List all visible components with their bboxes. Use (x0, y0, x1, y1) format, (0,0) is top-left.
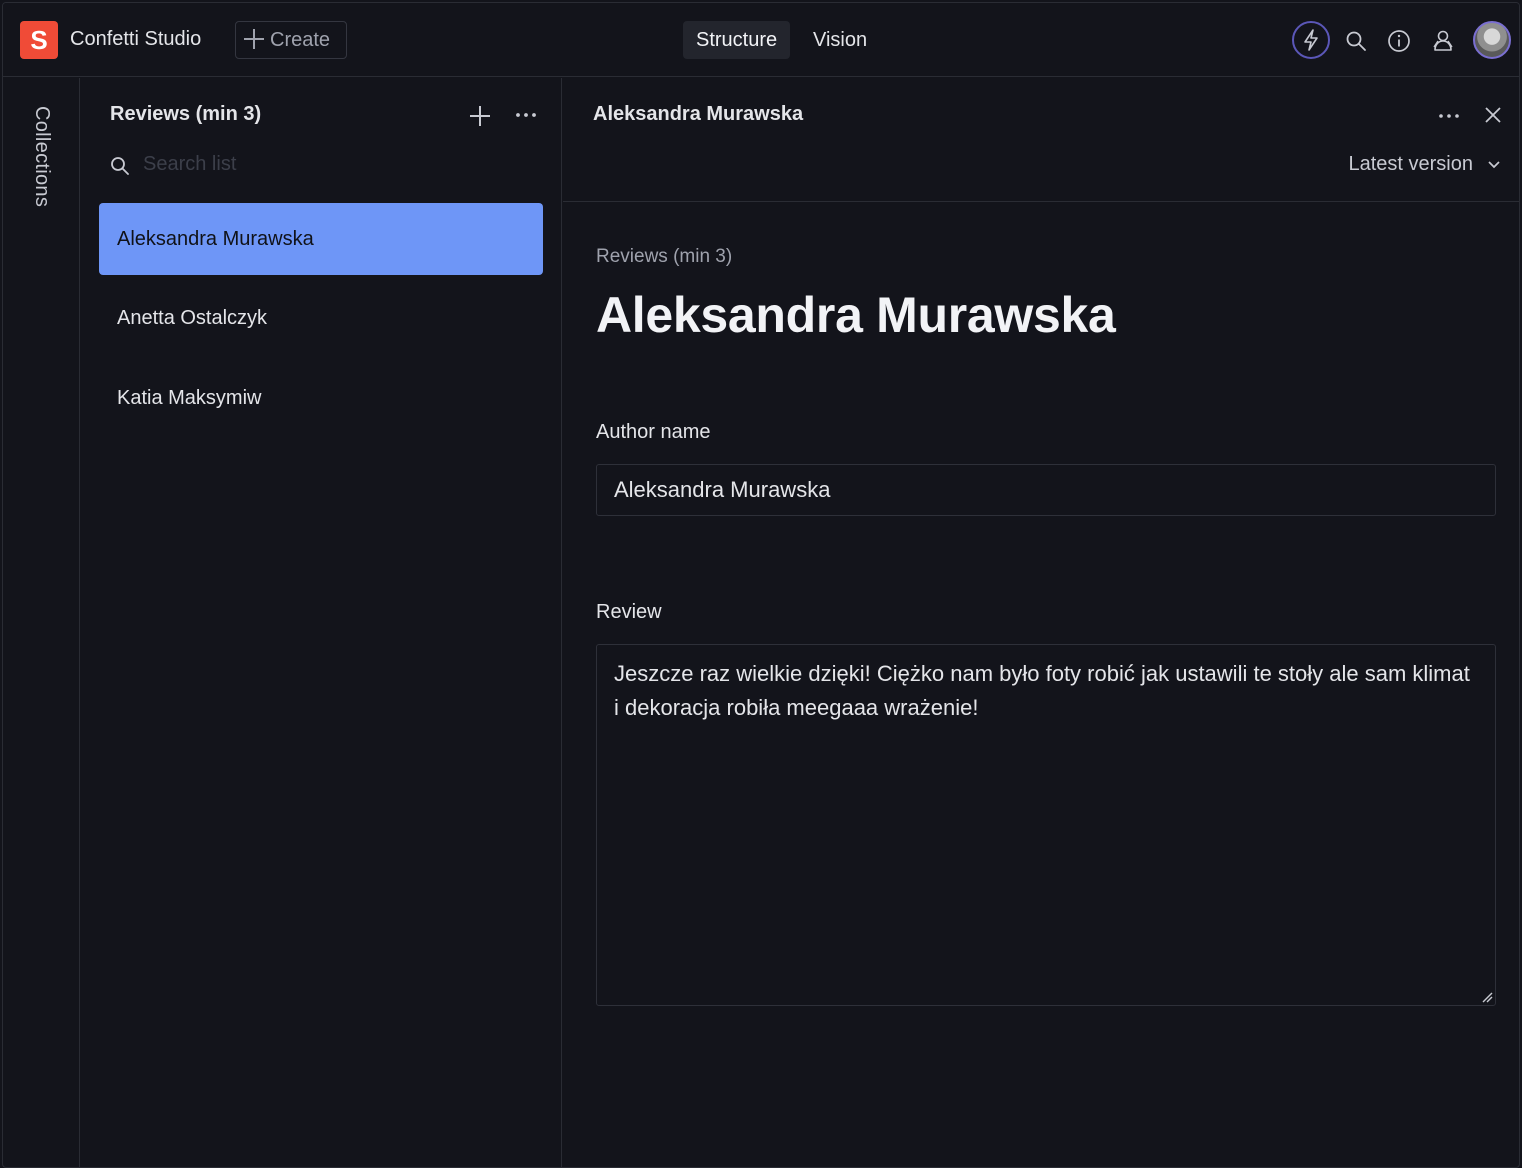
create-label: Create (270, 29, 331, 51)
people-icon[interactable] (1429, 27, 1457, 55)
document-type-label: Reviews (min 3) (596, 246, 733, 267)
document-title: Aleksandra Murawska (596, 287, 1116, 343)
studio-name[interactable]: Confetti Studio (70, 28, 201, 51)
collections-rail: Collections (3, 78, 80, 1167)
plus-icon (244, 29, 264, 49)
list-item-aleksandra-murawska[interactable]: Aleksandra Murawska (99, 203, 543, 275)
list-item-katia-maksymiw[interactable]: Katia Maksymiw (99, 362, 543, 434)
collections-tab[interactable]: Collections (30, 106, 53, 207)
tab-structure[interactable]: Structure (683, 21, 791, 59)
close-icon[interactable] (1484, 106, 1502, 124)
list-pane: Reviews (min 3) Search list Aleksandra M… (81, 78, 562, 1167)
studio-window: S Confetti Studio Create Structure Visio… (2, 2, 1520, 1168)
avatar[interactable] (1473, 21, 1511, 59)
document-header-title: Aleksandra Murawska (593, 103, 804, 125)
version-selector[interactable]: Latest version (1348, 153, 1473, 176)
create-button[interactable]: Create (235, 21, 347, 59)
document-pane: Aleksandra Murawska Latest version Revie… (563, 78, 1519, 1167)
document-header: Aleksandra Murawska Latest version (563, 78, 1519, 202)
info-icon[interactable] (1386, 28, 1412, 54)
top-bar: S Confetti Studio Create Structure Visio… (3, 3, 1519, 77)
author-name-field[interactable]: Aleksandra Murawska (596, 464, 1496, 516)
search-icon (111, 157, 129, 175)
chevron-down-icon[interactable] (1487, 160, 1501, 170)
search-list[interactable]: Search list (107, 151, 537, 181)
search-input[interactable]: Search list (143, 153, 236, 176)
resize-handle-icon[interactable] (1481, 991, 1493, 1003)
more-options-icon[interactable] (1438, 112, 1460, 120)
bolt-icon[interactable] (1292, 21, 1330, 59)
more-options-icon[interactable] (514, 111, 538, 119)
search-icon[interactable] (1344, 29, 1368, 53)
tab-vision[interactable]: Vision (800, 21, 880, 59)
list-title: Reviews (min 3) (110, 103, 262, 125)
list-item-anetta-ostalczyk[interactable]: Anetta Ostalczyk (99, 282, 543, 354)
studio-logo[interactable]: S (20, 21, 58, 59)
review-textarea[interactable]: Jeszcze raz wielkie dzięki! Ciężko nam b… (596, 644, 1496, 1006)
author-name-label: Author name (596, 421, 711, 443)
review-label: Review (596, 601, 662, 623)
add-document-icon[interactable] (469, 105, 491, 127)
review-text: Jeszcze raz wielkie dzięki! Ciężko nam b… (614, 661, 1470, 720)
